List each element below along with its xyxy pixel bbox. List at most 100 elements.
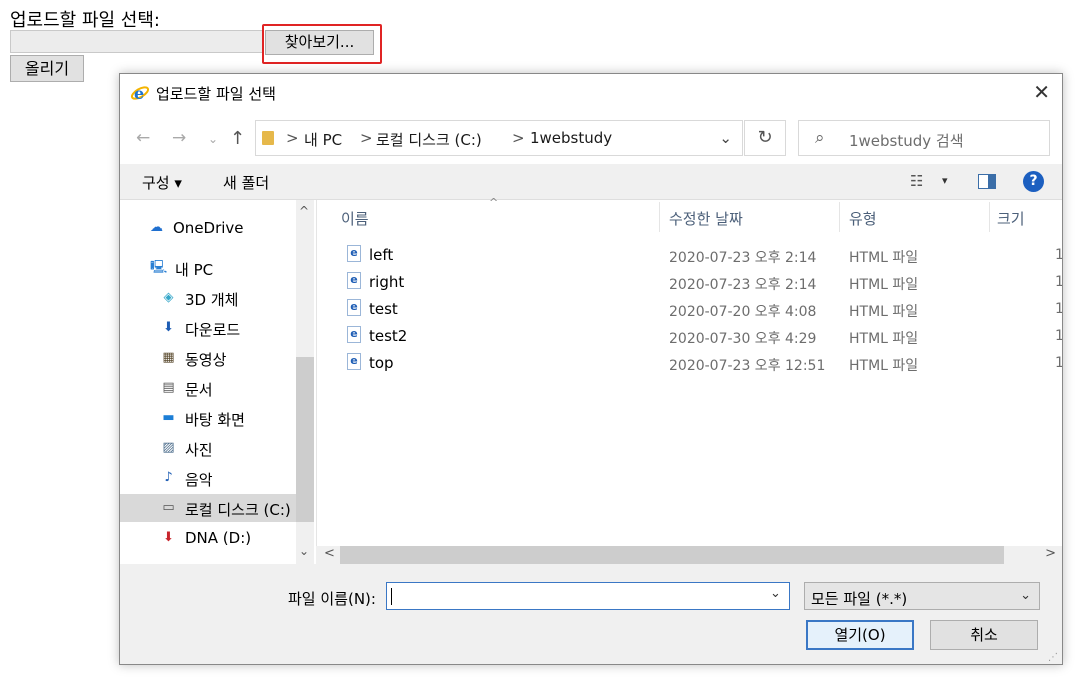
html-file-icon: e [347, 299, 361, 316]
column-header-name[interactable]: 이름 [341, 208, 369, 229]
file-list: 이름 ^ 수정한 날짜 유형 크기 e left 2020-07-23 오후 2:1… [316, 196, 1062, 564]
file-size: 1 [1055, 247, 1062, 263]
file-row[interactable]: eleft 2020-07-23 오후 2:14 HTML 파일 1 [317, 242, 1062, 269]
breadcrumb-1webstudy[interactable]: 1webstudy [530, 129, 612, 147]
help-icon[interactable]: ? [1023, 171, 1044, 192]
nav-item-icon: ▤ [162, 380, 175, 395]
nav-item-icon: ☁ [150, 220, 163, 235]
column-divider[interactable] [839, 202, 840, 232]
search-input[interactable]: ⌕ 1webstudy 검색 [798, 120, 1050, 156]
organize-menu[interactable]: 구성 ▾ [142, 172, 182, 193]
file-name: test [369, 300, 398, 318]
view-dropdown-icon[interactable]: ▾ [942, 174, 948, 187]
nav-item[interactable]: ▨ 사진 [120, 434, 296, 462]
nav-item[interactable]: ◈ 3D 개체 [120, 284, 296, 312]
sort-caret-icon: ^ [489, 196, 499, 209]
scroll-left-icon[interactable]: < [324, 546, 335, 561]
breadcrumb-local-disk[interactable]: 로컬 디스크 (C:) [376, 129, 482, 150]
horizontal-scroll-thumb[interactable] [340, 546, 1004, 564]
nav-item-label: 내 PC [175, 261, 214, 279]
file-row[interactable]: e test2 2020-07-30 오후 4:29 HTML 파일 1 [317, 323, 1062, 350]
nav-pane-scrollbar[interactable]: ^ ⌄ [296, 200, 314, 564]
file-row[interactable]: etop 2020-07-23 오후 12:51 HTML 파일 1 [317, 350, 1062, 377]
nav-item[interactable]: ⬇ 다운로드 [120, 314, 296, 342]
file-list-horizontal-scrollbar[interactable]: < > [316, 546, 1062, 564]
view-options-icon[interactable]: ☷ [910, 172, 923, 190]
close-icon[interactable]: ✕ [1033, 80, 1050, 104]
ie-icon: e [130, 84, 150, 103]
file-name: right [369, 273, 405, 291]
cancel-button[interactable]: 취소 [930, 620, 1038, 650]
nav-item-label: 음악 [185, 471, 213, 489]
file-type: HTML 파일 [849, 250, 919, 266]
nav-item-icon: ♪ [164, 470, 173, 485]
nav-item[interactable]: ▦ 동영상 [120, 344, 296, 372]
nav-item[interactable]: ▬ 바탕 화면 [120, 404, 296, 432]
html-file-icon: e [347, 272, 361, 289]
file-modified-date: 2020-07-20 오후 4:08 [669, 304, 817, 320]
file-type-select[interactable]: 모든 파일 (*.*) ⌄ [804, 582, 1040, 610]
nav-item[interactable]: 🖳 내 PC [120, 254, 296, 282]
filename-label: 파일 이름(N): [288, 590, 376, 608]
filename-history-dropdown-icon[interactable]: ⌄ [770, 586, 781, 601]
file-size: 1 [1055, 355, 1062, 371]
dialog-titlebar: e 업로드할 파일 선택 ✕ [120, 74, 1062, 112]
nav-item-label: 문서 [185, 381, 213, 399]
nav-item-label: 3D 개체 [185, 291, 239, 309]
nav-item[interactable]: ▭ 로컬 디스크 (C:) [120, 494, 296, 522]
address-bar[interactable]: > 내 PC > 로컬 디스크 (C:) > 1webstudy ⌄ [255, 120, 743, 156]
column-divider[interactable] [659, 202, 660, 232]
column-divider[interactable] [989, 202, 990, 232]
back-arrow-icon[interactable]: ← [136, 128, 150, 148]
file-type-value: 모든 파일 (*.*) [811, 590, 908, 608]
nav-pane-scroll-thumb[interactable] [296, 357, 314, 522]
file-type: HTML 파일 [849, 277, 919, 293]
nav-item-label: 바탕 화면 [185, 411, 245, 429]
nav-item-icon: ⬇ [163, 320, 174, 335]
upload-label: 업로드할 파일 선택: [10, 10, 160, 31]
toolbar: 구성 ▾ 새 폴더 ☷ ▾ ? [120, 164, 1062, 200]
breadcrumb-separator: > [512, 129, 525, 147]
column-header-date[interactable]: 수정한 날짜 [669, 208, 743, 229]
file-row[interactable]: eright 2020-07-23 오후 2:14 HTML 파일 1 [317, 269, 1062, 296]
nav-item-icon: ▨ [162, 440, 175, 455]
file-path-field[interactable] [10, 30, 264, 53]
file-name: top [369, 354, 394, 372]
nav-item-label: DNA (D:) [185, 529, 252, 547]
dialog-title: 업로드할 파일 선택 [156, 85, 276, 103]
nav-item[interactable]: ▤ 문서 [120, 374, 296, 402]
file-row[interactable]: etest 2020-07-20 오후 4:08 HTML 파일 1 [317, 296, 1062, 323]
upload-button[interactable]: 올리기 [10, 55, 84, 82]
file-modified-date: 2020-07-23 오후 2:14 [669, 250, 817, 266]
address-dropdown-icon[interactable]: ⌄ [719, 129, 732, 147]
preview-pane-icon[interactable] [978, 174, 996, 189]
filename-input[interactable] [386, 582, 790, 610]
navigation-pane: ☁ OneDrive 🖳 내 PC ◈ 3D 개체 ⬇ 다운로드 ▦ 동영상 ▤ 문서 ▬ 바탕 화면 ▨ 사… [120, 200, 316, 564]
scroll-up-icon[interactable]: ^ [299, 204, 309, 218]
file-type: HTML 파일 [849, 331, 919, 347]
nav-item[interactable]: ⬇ DNA (D:) [120, 524, 296, 552]
recent-locations-dropdown-icon[interactable]: ⌄ [208, 132, 218, 146]
nav-item[interactable]: ♪ 음악 [120, 464, 296, 492]
nav-item-icon: ◈ [163, 290, 174, 305]
open-button[interactable]: 열기(O) [806, 620, 914, 650]
up-arrow-icon[interactable]: ↑ [230, 128, 245, 149]
column-header-size[interactable]: 크기 [997, 208, 1025, 229]
forward-arrow-icon[interactable]: → [172, 128, 186, 148]
column-header-type[interactable]: 유형 [849, 208, 877, 229]
breadcrumb-my-pc[interactable]: 내 PC [304, 129, 342, 150]
dialog-footer: 파일 이름(N): ⌄ 모든 파일 (*.*) ⌄ 열기(O) 취소 ⋰ [120, 564, 1062, 664]
new-folder-button[interactable]: 새 폴더 [223, 172, 269, 193]
resize-grip-icon[interactable]: ⋰ [1048, 652, 1060, 664]
folder-icon [262, 131, 274, 145]
file-modified-date: 2020-07-30 오후 4:29 [669, 331, 817, 347]
nav-item-icon: ▦ [162, 350, 175, 365]
search-icon: ⌕ [815, 128, 825, 148]
scroll-down-icon[interactable]: ⌄ [299, 544, 309, 558]
nav-item-icon: 🖳 [150, 260, 168, 275]
refresh-button[interactable]: ↻ [744, 120, 786, 156]
html-file-icon: e [347, 353, 361, 370]
nav-item-icon: ▬ [162, 410, 175, 425]
scroll-right-icon[interactable]: > [1045, 546, 1056, 561]
nav-item[interactable]: ☁ OneDrive [120, 214, 296, 242]
